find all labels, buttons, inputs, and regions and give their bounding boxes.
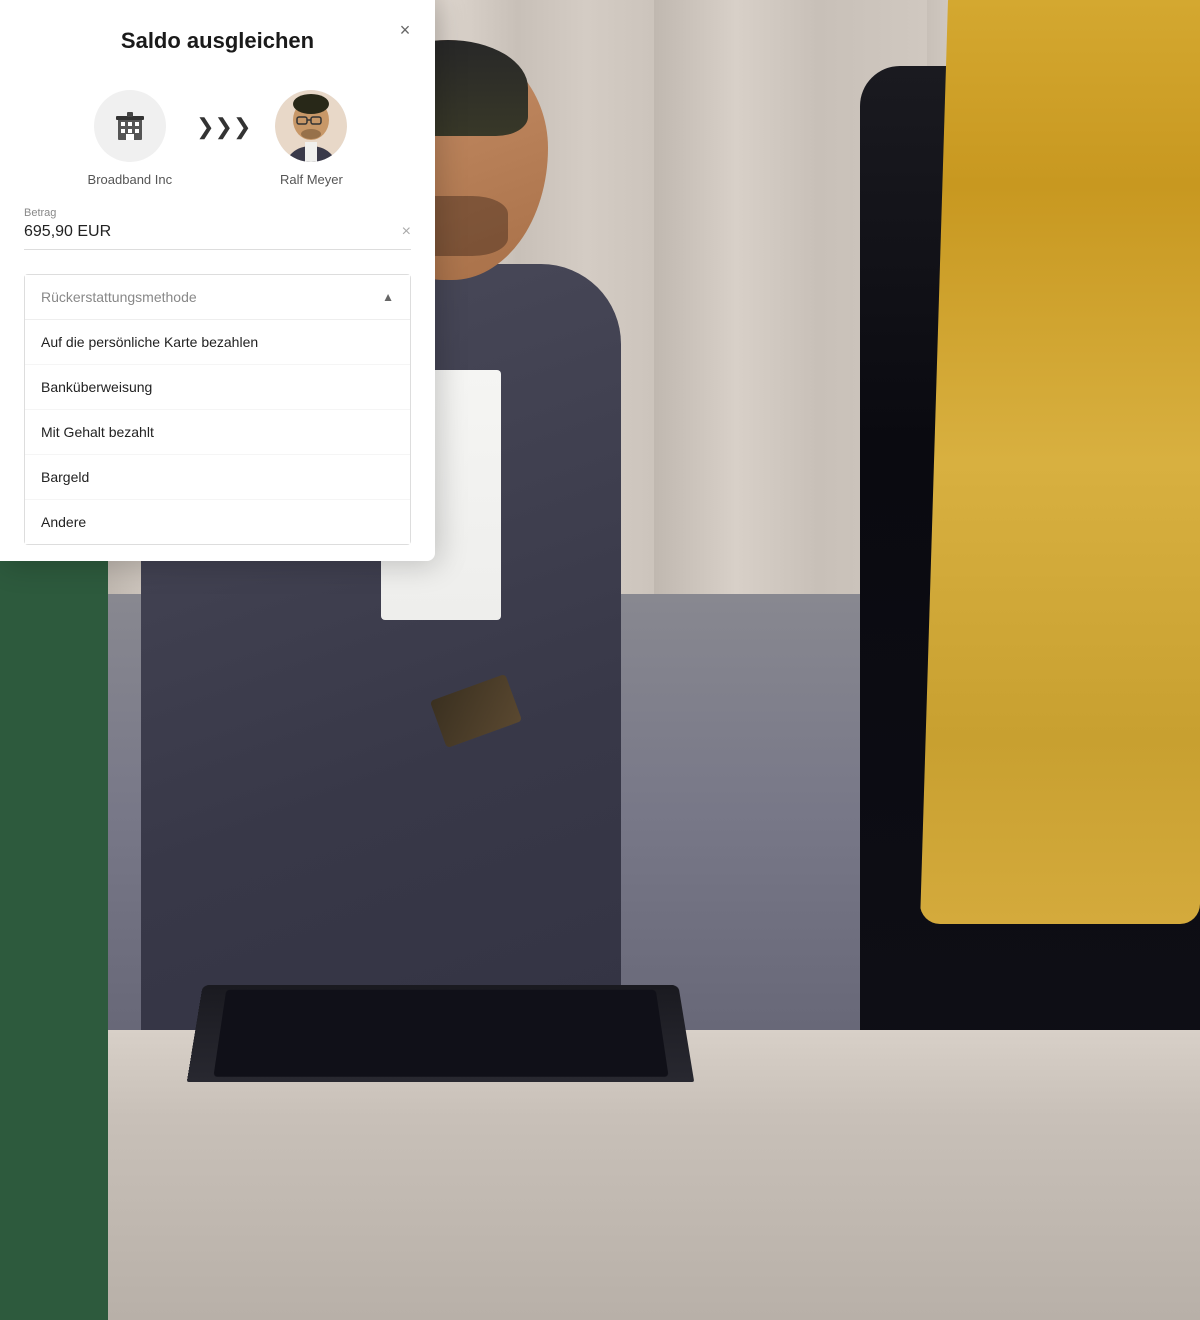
modal-header: Saldo ausgleichen ×: [0, 0, 435, 66]
dropdown-option-salary[interactable]: Mit Gehalt bezahlt: [25, 410, 410, 455]
refund-method-dropdown[interactable]: Rückerstattungsmethode ▲ Auf die persönl…: [24, 274, 411, 545]
dropdown-options-list: Auf die persönliche Karte bezahlen Bankü…: [25, 319, 410, 544]
close-button[interactable]: ×: [391, 16, 419, 44]
transfer-arrow: ❯❯❯: [196, 114, 251, 140]
transfer-section: Broadband Inc ❯❯❯: [0, 66, 435, 199]
to-entity: Ralf Meyer: [275, 90, 347, 187]
dropdown-section: Rückerstattungsmethode ▲ Auf die persönl…: [0, 262, 435, 561]
dropdown-label: Rückerstattungsmethode: [41, 289, 197, 305]
dropdown-option-bank[interactable]: Banküberweisung: [25, 365, 410, 410]
dropdown-arrow-icon: ▲: [382, 290, 394, 304]
amount-clear-button[interactable]: ×: [402, 223, 411, 241]
dropdown-option-other[interactable]: Andere: [25, 500, 410, 544]
balance-modal: Saldo ausgleichen ×: [0, 0, 435, 561]
amount-input-row: 695,90 EUR ×: [24, 223, 411, 250]
from-entity-label: Broadband Inc: [88, 172, 173, 187]
dropdown-option-card[interactable]: Auf die persönliche Karte bezahlen: [25, 320, 410, 365]
from-entity: Broadband Inc: [88, 90, 173, 187]
to-entity-label: Ralf Meyer: [280, 172, 343, 187]
from-entity-icon: [94, 90, 166, 162]
dropdown-option-cash[interactable]: Bargeld: [25, 455, 410, 500]
modal-title: Saldo ausgleichen: [24, 28, 411, 54]
dropdown-header[interactable]: Rückerstattungsmethode ▲: [25, 275, 410, 319]
amount-value: 695,90 EUR: [24, 223, 111, 241]
amount-label: Betrag: [24, 207, 411, 219]
to-entity-icon: [275, 90, 347, 162]
amount-section: Betrag 695,90 EUR ×: [0, 199, 435, 262]
modal-overlay: Saldo ausgleichen ×: [0, 0, 1200, 1320]
